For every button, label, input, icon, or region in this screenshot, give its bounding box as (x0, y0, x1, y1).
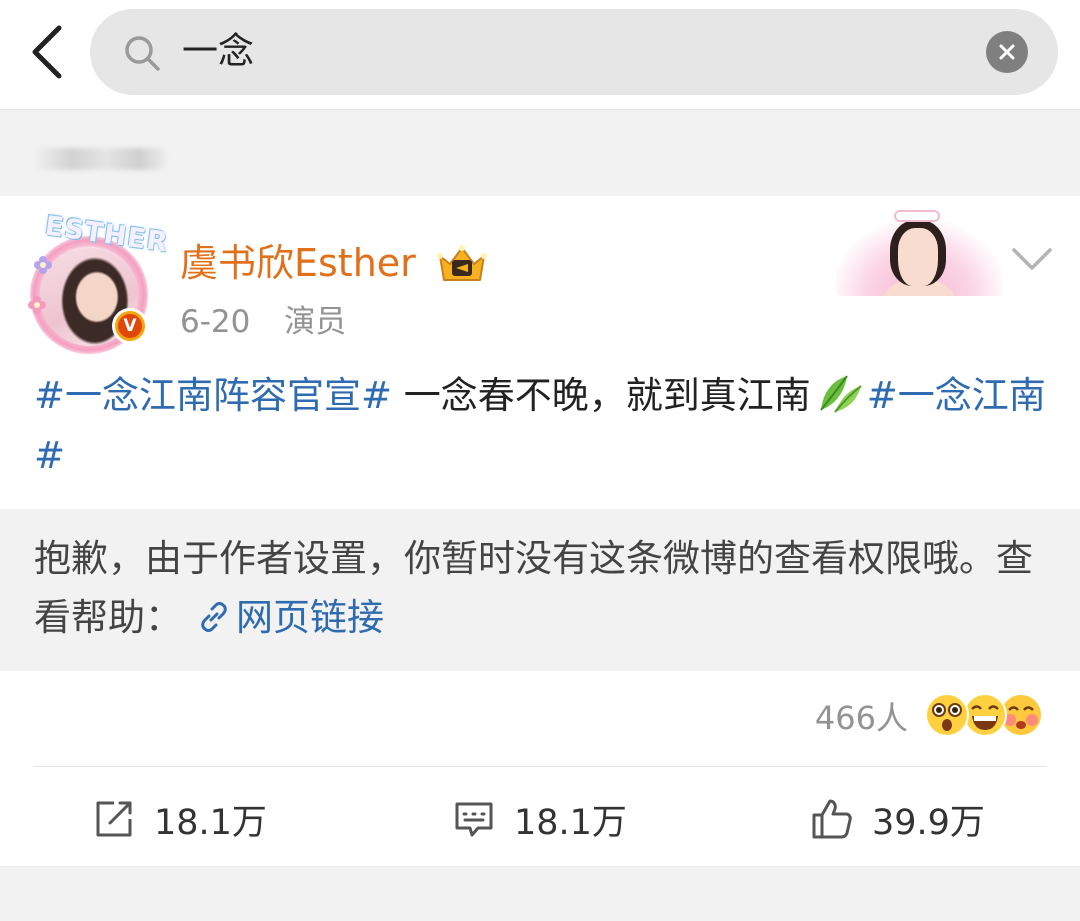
crown-badge-icon (437, 245, 487, 281)
post-text: 一念春不晚，就到真江南 (392, 374, 811, 417)
like-button[interactable]: 39.9万 (810, 786, 985, 852)
profile-cover-card[interactable] (836, 206, 1002, 296)
web-link-label[interactable]: 网页链接 (236, 596, 384, 639)
search-box[interactable]: 一念 (90, 9, 1058, 95)
post-meta: 6-20 演员 (180, 300, 346, 344)
verified-icon: V (118, 314, 142, 338)
avatar[interactable]: ESTHER V (26, 211, 170, 354)
permission-notice: 抱歉，由于作者设置，你暂时没有这条微博的查看权限哦。查看帮助： 网页链接 (0, 509, 1080, 671)
link-icon (201, 602, 227, 632)
flower-icon (34, 256, 52, 274)
shocked-emoji-icon (925, 693, 969, 737)
leaf-emoji-icon (820, 375, 862, 413)
clear-search-button[interactable] (986, 31, 1028, 73)
cover-figure-face (890, 220, 946, 286)
like-count: 39.9万 (872, 802, 985, 843)
blurred-text (32, 148, 166, 170)
back-button[interactable] (18, 22, 74, 82)
top-bar: 一念 (0, 0, 1080, 110)
bottom-strip (0, 866, 1080, 921)
author-name[interactable]: 虞书欣Esther (180, 238, 416, 288)
chevron-down-icon[interactable] (1010, 244, 1054, 274)
reaction-count: 466人 (814, 699, 908, 737)
web-link[interactable]: 网页链接 (182, 596, 384, 639)
comment-count: 18.1万 (514, 802, 627, 843)
comment-icon (455, 802, 493, 837)
repost-button[interactable]: 18.1万 (92, 786, 267, 852)
verified-badge: V (112, 308, 148, 344)
divider (34, 766, 1046, 767)
thumbs-up-icon (812, 799, 852, 839)
action-bar: 18.1万 18.1万 39.9万 (0, 786, 1080, 852)
post-date: 6-20 (180, 304, 251, 340)
reaction-emojis (924, 692, 1044, 740)
search-icon (125, 36, 160, 71)
search-input[interactable]: 一念 (182, 9, 254, 95)
notice-text: 抱歉，由于作者设置，你暂时没有这条微博的查看权限哦。查看帮助： 网页链接 (34, 529, 1049, 647)
chevron-left-icon (32, 25, 62, 79)
post-card: ESTHER V 虞书欣Esther 6-20 演员 #一念江南阵容官宣# 一念… (0, 196, 1080, 866)
author-role: 演员 (284, 304, 347, 340)
close-icon (999, 44, 1015, 60)
repost-count: 18.1万 (154, 802, 267, 843)
reaction-summary[interactable]: 466人 (815, 690, 1044, 742)
share-icon (96, 801, 132, 837)
post-content: #一念江南阵容官宣# 一念春不晚，就到真江南 #一念江南# (34, 366, 1046, 486)
flower-icon (28, 296, 46, 314)
cover-headband (894, 210, 940, 222)
comment-button[interactable]: 18.1万 (452, 786, 627, 852)
topic-link[interactable]: #一念江南阵容官宣# (34, 374, 392, 417)
